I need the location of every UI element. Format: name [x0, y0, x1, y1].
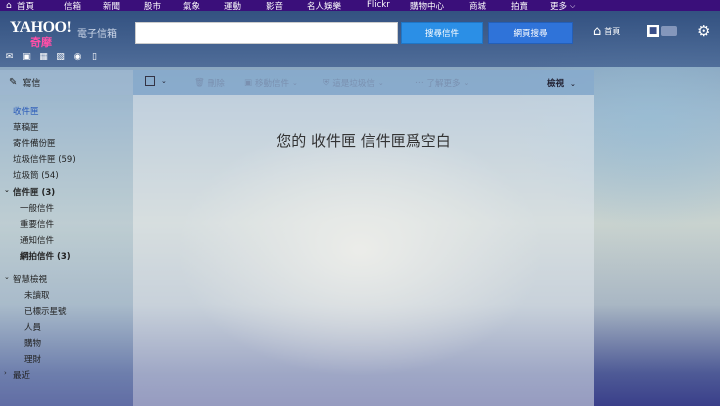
chevron-down-icon: ⌄ — [161, 77, 167, 85]
chevron-down-icon: ⌄ — [4, 186, 10, 194]
more-label: 了解更多 — [426, 79, 461, 89]
gear-icon[interactable]: ⚙ — [697, 22, 710, 40]
sidebar-group-recent-label: 最近 — [13, 371, 31, 381]
compose-button[interactable]: ✎ 寫信 — [0, 70, 133, 95]
user-name-blurred — [661, 26, 677, 36]
view-button[interactable]: 檢視 ⌄ — [547, 77, 576, 89]
search-web-button[interactable]: 網頁搜尋 — [488, 22, 573, 44]
notepad-icon[interactable]: ▧ — [55, 51, 66, 62]
delete-label: 刪除 — [207, 79, 225, 89]
sidebar-item-auction-mail[interactable]: 網拍信件 (3) — [20, 250, 71, 262]
sidebar-group-smart-views-label: 智慧檢視 — [13, 275, 48, 285]
sidebar-item-drafts[interactable]: 草稿匣 — [13, 121, 39, 133]
header-home-label: 首頁 — [604, 27, 621, 36]
mail-icon[interactable]: ✉ — [4, 51, 15, 62]
checkbox-icon — [145, 76, 155, 86]
pencil-icon: ✎ — [9, 77, 18, 88]
sidebar-group-smart-views[interactable]: ⌄ 智慧檢視 — [4, 273, 48, 285]
sidebar-group-recent[interactable]: › 最近 — [4, 369, 31, 381]
sidebar-item-starred[interactable]: 已標示星號 — [24, 305, 67, 317]
message-toolbar: ⌄ 🗑 刪除 ▣ 移動信件 ⌄ ⛨ 這是垃圾信 ⌄ ⋯ 了解更多 ⌄ 檢視 ⌄ — [133, 70, 594, 95]
move-button[interactable]: ▣ 移動信件 ⌄ — [244, 77, 298, 89]
calendar-icon[interactable]: ▦ — [38, 51, 49, 62]
chevron-down-icon: ⌄ — [463, 79, 470, 87]
sidebar-item-unread[interactable]: 未讀取 — [24, 289, 50, 301]
logo-service: 電子信箱 — [77, 29, 117, 40]
mobile-icon[interactable]: ▯ — [89, 51, 100, 62]
app-switcher: ✉ ▣ ▦ ▧ ◉ ▯ — [4, 51, 100, 62]
move-label: 移動信件 — [255, 79, 290, 89]
contacts-icon[interactable]: ▣ — [21, 51, 32, 62]
nav-item-flickr[interactable]: Flickr — [367, 0, 390, 10]
logo-sub: 奇摩 — [30, 36, 52, 49]
delete-button[interactable]: 🗑 刪除 — [194, 77, 225, 89]
avatar: ■ — [647, 25, 659, 37]
trash-icon: 🗑 — [194, 78, 205, 88]
chevron-down-icon: ⌄ — [377, 79, 384, 87]
compose-label: 寫信 — [22, 79, 41, 89]
chevron-down-icon: ⌄ — [4, 273, 10, 281]
messenger-icon[interactable]: ◉ — [72, 51, 83, 62]
home-icon[interactable]: ⌂ — [6, 1, 12, 11]
search-input[interactable] — [135, 22, 398, 44]
chevron-right-icon: › — [4, 369, 7, 377]
select-all-checkbox[interactable]: ⌄ — [145, 76, 167, 86]
empty-inbox-message: 您的 收件匣 信件匣爲空白 — [276, 132, 451, 150]
top-nav-bar: ⌂ 首頁 信箱 新聞 股市 氣象 運動 影音 名人娛樂 Flickr 購物中心 … — [0, 0, 720, 12]
more-button[interactable]: ⋯ 了解更多 ⌄ — [415, 77, 469, 89]
home-icon: ⌂ — [593, 24, 602, 39]
sidebar-item-inbox[interactable]: 收件匣 — [13, 105, 39, 117]
chevron-down-icon: ⌄ — [569, 80, 576, 88]
sidebar-item-general[interactable]: 一般信件 — [20, 202, 54, 214]
sidebar-group-folders[interactable]: ⌄ 信件匣 (3) — [4, 186, 56, 198]
sidebar-item-notifications[interactable]: 通知信件 — [20, 234, 54, 246]
user-profile[interactable]: ■ — [647, 24, 677, 38]
sidebar-item-finance[interactable]: 理財 — [24, 353, 41, 365]
sidebar-item-sent[interactable]: 寄件備份匣 — [13, 137, 56, 149]
search-mail-button[interactable]: 搜尋信件 — [401, 22, 483, 44]
header: YAHOO! 奇摩 電子信箱 搜尋信件 網頁搜尋 ⌂ 首頁 ■ ⚙ ✉ ▣ ▦ … — [0, 11, 720, 67]
sidebar-item-people[interactable]: 人員 — [24, 321, 41, 333]
chevron-down-icon: ⌵ — [570, 1, 576, 10]
spam-label: 這是垃圾信 — [332, 79, 375, 89]
more-icon: ⋯ — [415, 78, 424, 88]
sidebar-item-spam[interactable]: 垃圾信件匣 (59) — [13, 153, 76, 165]
sidebar-group-folders-label: 信件匣 (3) — [13, 188, 56, 198]
sidebar-item-shopping[interactable]: 購物 — [24, 337, 41, 349]
header-home-link[interactable]: ⌂ 首頁 — [593, 24, 620, 39]
folder-icon: ▣ — [244, 78, 253, 88]
yahoo-logo[interactable]: YAHOO! 奇摩 電子信箱 — [10, 19, 130, 49]
sidebar-item-trash[interactable]: 垃圾筒 (54) — [13, 169, 59, 181]
sidebar-item-important[interactable]: 重要信件 — [20, 218, 54, 230]
message-list-pane: 您的 收件匣 信件匣爲空白 — [133, 95, 594, 406]
view-label: 檢視 — [547, 79, 565, 89]
shield-icon: ⛨ — [323, 78, 330, 88]
spam-button[interactable]: ⛨ 這是垃圾信 ⌄ — [323, 77, 384, 89]
sidebar: 收件匣 草稿匣 寄件備份匣 垃圾信件匣 (59) 垃圾筒 (54) ⌄ 信件匣 … — [0, 95, 133, 406]
chevron-down-icon: ⌄ — [292, 79, 298, 87]
